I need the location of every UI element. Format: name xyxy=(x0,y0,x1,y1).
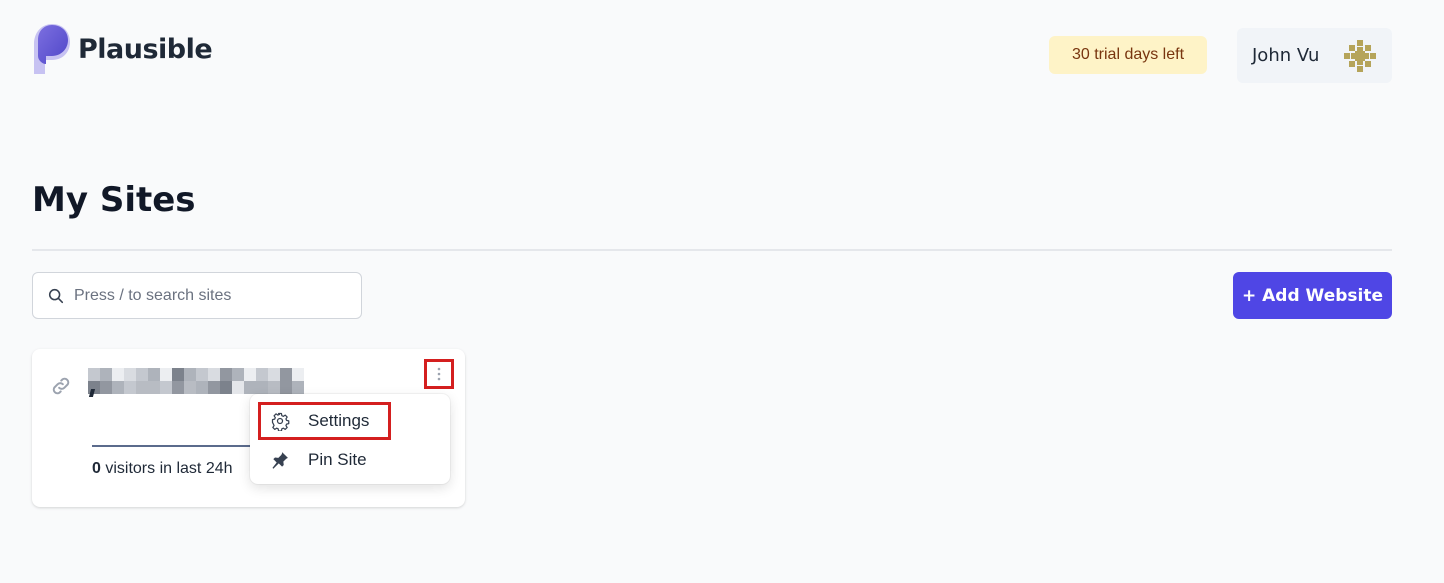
visitor-count-text: 0 visitors in last 24h xyxy=(92,460,233,478)
menu-item-label: Settings xyxy=(308,411,370,430)
visitor-count: 0 xyxy=(92,460,101,477)
title-divider xyxy=(32,249,1392,251)
gear-icon xyxy=(271,412,290,431)
user-name: John Vu xyxy=(1252,45,1320,66)
pin-icon xyxy=(272,452,288,469)
search-icon xyxy=(48,288,64,303)
site-domain-redacted xyxy=(88,368,310,394)
avatar-icon xyxy=(1342,38,1378,74)
site-search-box[interactable] xyxy=(32,272,362,319)
brand-name: Plausible xyxy=(78,33,213,65)
user-menu-button[interactable]: John Vu xyxy=(1237,28,1392,83)
menu-item-label: Pin Site xyxy=(308,450,367,469)
app-logo[interactable]: Plausible xyxy=(32,24,213,74)
add-website-button[interactable]: + Add Website xyxy=(1233,272,1392,319)
plausible-logo-icon xyxy=(34,24,70,74)
site-options-button[interactable] xyxy=(424,359,454,389)
link-icon xyxy=(52,377,70,395)
menu-item-pin-site[interactable]: Pin Site xyxy=(258,441,438,479)
trial-days-badge[interactable]: 30 trial days left xyxy=(1049,36,1207,74)
page-title: My Sites xyxy=(32,180,196,220)
visitor-count-label: visitors in last 24h xyxy=(100,460,233,477)
search-input[interactable] xyxy=(74,286,344,305)
site-options-menu: Settings Pin Site xyxy=(250,394,450,484)
kebab-menu-icon xyxy=(437,367,441,381)
visitor-sparkline xyxy=(92,445,252,447)
menu-item-settings[interactable]: Settings xyxy=(258,402,391,440)
